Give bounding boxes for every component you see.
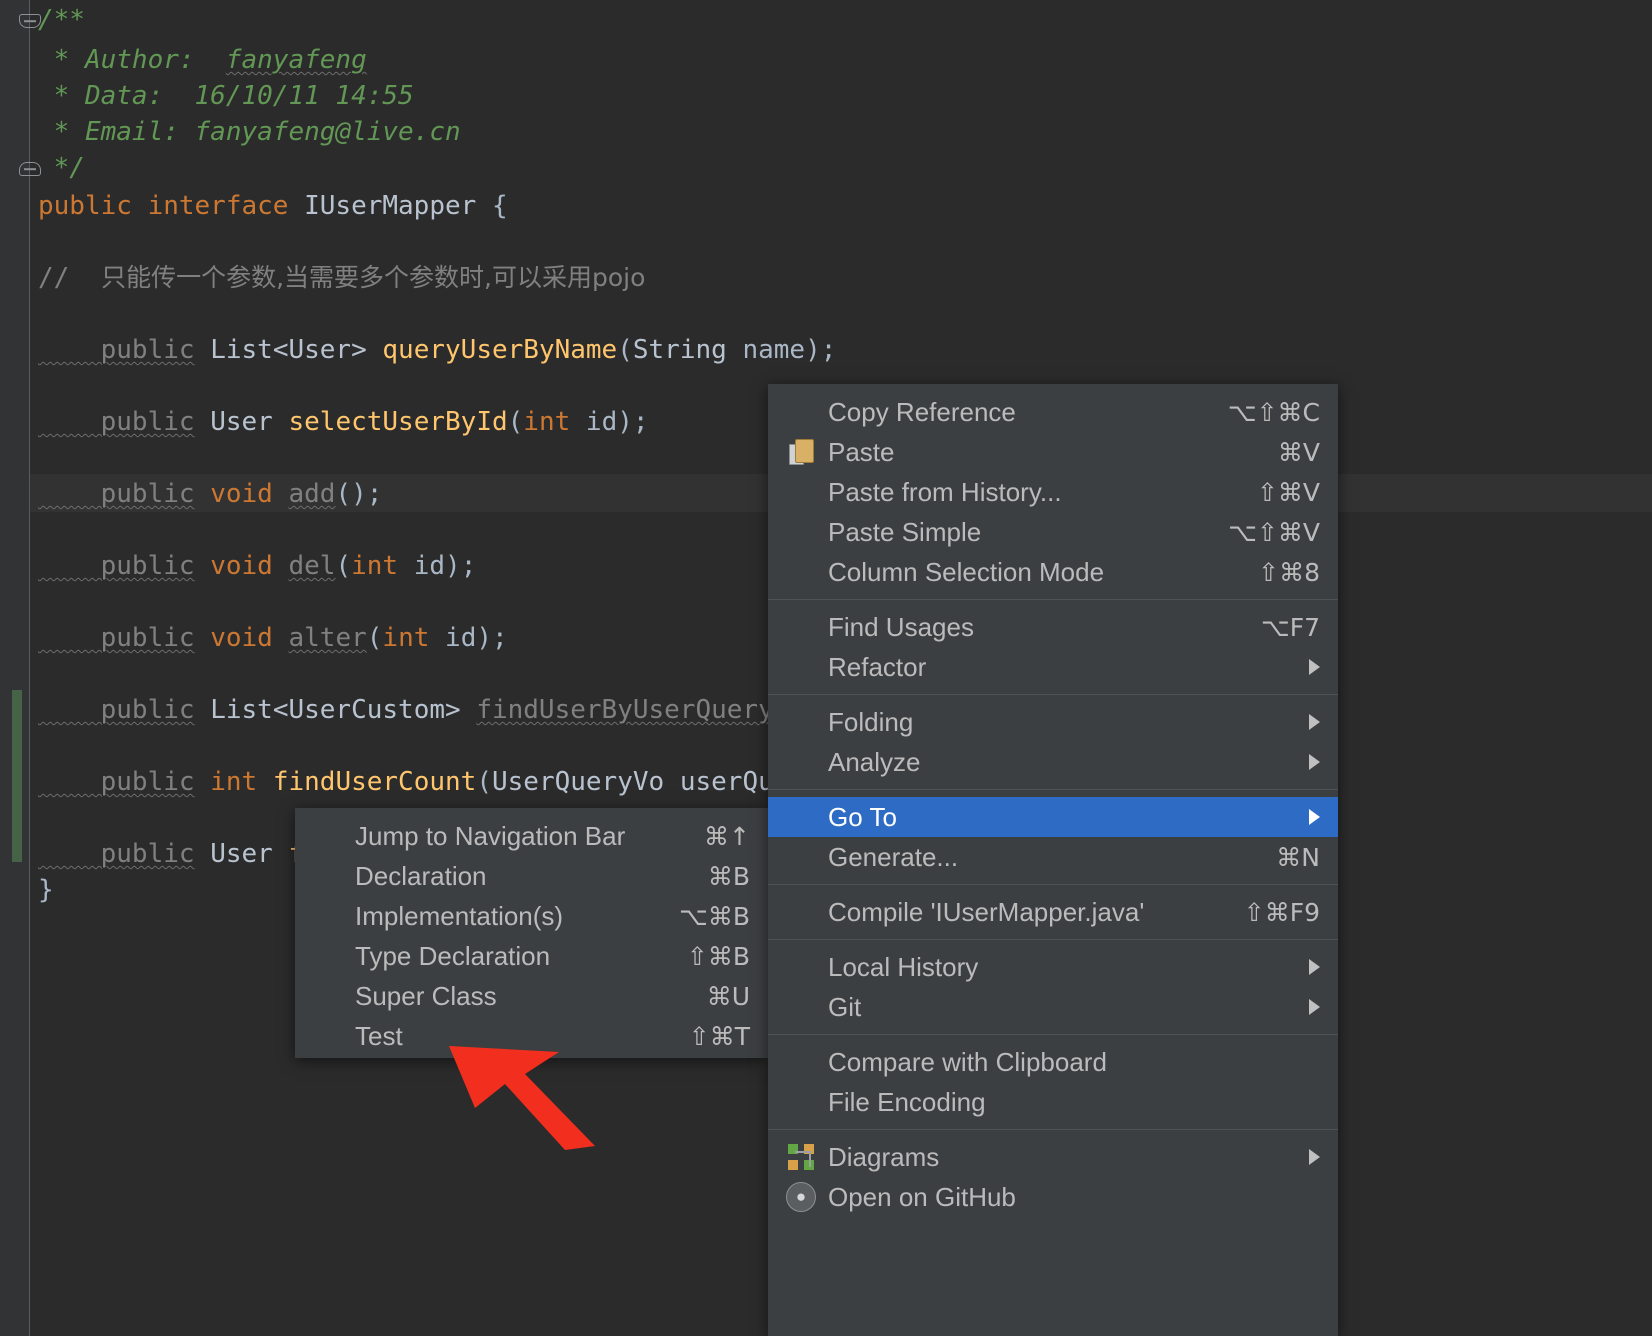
menu-item-type-declaration[interactable]: Type Declaration ⇧⌘B [295, 936, 768, 976]
code-line: public List<User> queryUserByName(String… [38, 335, 837, 365]
menu-separator [768, 694, 1338, 695]
submenu-arrow-icon [1309, 959, 1320, 975]
red-arrow-pointer [449, 1046, 595, 1150]
menu-item-generate[interactable]: Generate... ⌘N [768, 837, 1338, 877]
submenu-arrow-icon [1309, 659, 1320, 675]
menu-item-paste-from-history[interactable]: Paste from History... ⇧⌘V [768, 472, 1338, 512]
vcs-change-marker [12, 690, 22, 862]
menu-item-label: Git [828, 991, 862, 1022]
menu-item-diagrams[interactable]: Diagrams [768, 1137, 1338, 1177]
code-line: */ [38, 153, 85, 183]
menu-item-shortcut: ⇧⌘F9 [1243, 897, 1320, 927]
menu-item-label: Analyze [828, 746, 921, 777]
menu-item-copy-reference[interactable]: Copy Reference ⌥⇧⌘C [768, 392, 1338, 432]
menu-item-column-selection-mode[interactable]: Column Selection Mode ⇧⌘8 [768, 552, 1338, 592]
code-line: } [38, 875, 54, 905]
menu-item-label: Column Selection Mode [828, 556, 1105, 587]
editor-gutter[interactable] [0, 0, 30, 1336]
gutter-divider [29, 0, 30, 1336]
menu-separator [768, 939, 1338, 940]
menu-item-folding[interactable]: Folding [768, 702, 1338, 742]
menu-separator [768, 1034, 1338, 1035]
author-name: fanyafeng [225, 45, 367, 75]
menu-item-label: Generate... [828, 841, 959, 872]
menu-item-go-to[interactable]: Go To [768, 797, 1338, 837]
menu-item-label: Go To [828, 801, 897, 832]
menu-item-shortcut: ⇧⌘T [688, 1021, 750, 1051]
menu-item-paste-simple[interactable]: Paste Simple ⌥⇧⌘V [768, 512, 1338, 552]
code-line: public int findUserCount(UserQueryVo use… [38, 767, 884, 797]
menu-item-find-usages[interactable]: Find Usages ⌥F7 [768, 607, 1338, 647]
menu-item-declaration[interactable]: Declaration ⌘B [295, 856, 768, 896]
menu-item-refactor[interactable]: Refactor [768, 647, 1338, 687]
code-line: * Author: fanyafeng [38, 45, 367, 75]
editor-context-menu[interactable]: Copy Reference ⌥⇧⌘C Paste ⌘V Paste from … [768, 384, 1338, 1336]
menu-item-label: Super Class [355, 980, 497, 1011]
menu-item-label: Type Declaration [355, 940, 551, 971]
code-line: /** [38, 5, 85, 35]
code-line: public void add(); [38, 479, 383, 509]
menu-item-file-encoding[interactable]: File Encoding [768, 1082, 1338, 1122]
code-line: * Data: 16/10/11 14:55 [38, 81, 414, 111]
menu-item-compare-with-clipboard[interactable]: Compare with Clipboard [768, 1042, 1338, 1082]
github-icon: ● [786, 1182, 816, 1212]
menu-item-analyze[interactable]: Analyze [768, 742, 1338, 782]
menu-item-shortcut: ⇧⌘8 [1258, 557, 1320, 587]
menu-item-paste[interactable]: Paste ⌘V [768, 432, 1338, 472]
paste-icon [786, 439, 816, 465]
menu-separator [768, 599, 1338, 600]
code-line: * Email: fanyafeng@live.cn [38, 117, 461, 147]
menu-item-label: Folding [828, 706, 914, 737]
menu-item-shortcut: ⌘B [707, 861, 750, 891]
menu-item-shortcut: ⌥F7 [1260, 612, 1320, 642]
menu-item-label: Compile 'IUserMapper.java' [828, 896, 1145, 927]
submenu-arrow-icon [1309, 809, 1320, 825]
menu-item-label: Paste from History... [828, 476, 1062, 507]
menu-item-label: Compare with Clipboard [828, 1046, 1107, 1077]
menu-separator [768, 884, 1338, 885]
menu-item-label: Open on GitHub [828, 1181, 1016, 1212]
submenu-arrow-icon [1309, 754, 1320, 770]
menu-item-shortcut: ⇧⌘V [1256, 477, 1320, 507]
submenu-arrow-icon [1309, 714, 1320, 730]
menu-item-implementations[interactable]: Implementation(s) ⌥⌘B [295, 896, 768, 936]
code-line: public User selectUserById(int id); [38, 407, 649, 437]
menu-item-label: Find Usages [828, 611, 974, 642]
menu-item-label: Declaration [355, 860, 487, 891]
menu-item-label: Diagrams [828, 1141, 940, 1172]
menu-item-compile-file[interactable]: Compile 'IUserMapper.java' ⇧⌘F9 [768, 892, 1338, 932]
menu-item-label: Implementation(s) [355, 900, 564, 931]
menu-item-super-class[interactable]: Super Class ⌘U [295, 976, 768, 1016]
submenu-arrow-icon [1309, 1149, 1320, 1165]
menu-separator [768, 1129, 1338, 1130]
menu-item-label: Test [355, 1020, 403, 1051]
menu-item-shortcut: ⌘V [1277, 437, 1320, 467]
menu-item-label: Copy Reference [828, 396, 1016, 427]
code-line: public interface IUserMapper { [38, 191, 508, 221]
code-line: public void del(int id); [38, 551, 477, 581]
menu-item-shortcut: ⌘U [706, 981, 750, 1011]
code-line: // 只能传一个参数,当需要多个参数时,可以采用pojo [38, 263, 646, 293]
diagrams-icon [786, 1144, 816, 1170]
menu-item-shortcut: ⌘↑ [704, 821, 750, 851]
menu-item-shortcut: ⇧⌘B [686, 941, 750, 971]
go-to-submenu[interactable]: Jump to Navigation Bar ⌘↑ Declaration ⌘B… [295, 808, 768, 1058]
menu-item-shortcut: ⌥⇧⌘C [1227, 397, 1320, 427]
menu-separator [768, 789, 1338, 790]
menu-item-shortcut: ⌥⌘B [679, 901, 750, 931]
menu-item-shortcut: ⌘N [1276, 842, 1320, 872]
menu-item-shortcut: ⌥⇧⌘V [1228, 517, 1320, 547]
menu-item-label: File Encoding [828, 1086, 986, 1117]
menu-item-label: Paste Simple [828, 516, 982, 547]
menu-item-label: Refactor [828, 651, 927, 682]
menu-item-local-history[interactable]: Local History [768, 947, 1338, 987]
submenu-arrow-icon [1309, 999, 1320, 1015]
menu-item-label: Jump to Navigation Bar [355, 820, 626, 851]
menu-item-jump-to-navigation-bar[interactable]: Jump to Navigation Bar ⌘↑ [295, 816, 768, 856]
menu-item-label: Paste [828, 436, 895, 467]
menu-item-git[interactable]: Git [768, 987, 1338, 1027]
code-line: public void alter(int id); [38, 623, 508, 653]
menu-item-label: Local History [828, 951, 979, 982]
menu-item-open-on-github[interactable]: ● Open on GitHub [768, 1177, 1338, 1217]
